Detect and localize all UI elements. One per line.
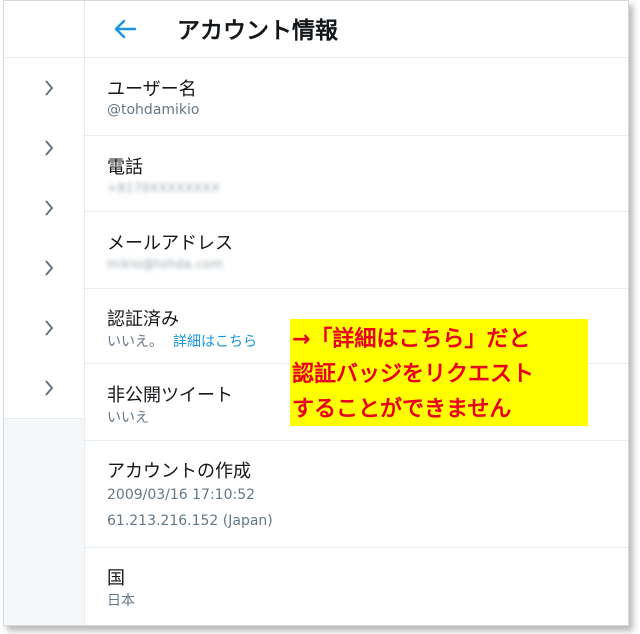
created-label: アカウントの作成 <box>107 461 251 482</box>
app-window: アカウント情報 ユーザー名 @tohdamikio 電話 +8170XXXXXX… <box>3 0 629 626</box>
username-label: ユーザー名 <box>107 79 197 100</box>
chevron-right-icon <box>45 80 54 96</box>
learn-more-link[interactable]: 詳細はこちら <box>173 334 257 350</box>
sidebar-item-6[interactable] <box>4 358 84 419</box>
created-date: 2009/03/16 17:10:52 <box>107 487 256 503</box>
verified-status: いいえ。 詳細はこちら <box>107 331 257 351</box>
sidebar-item-5[interactable] <box>4 298 84 359</box>
username-value: @tohdamikio <box>107 102 200 118</box>
sidebar-item-1[interactable] <box>4 58 84 119</box>
protected-value: いいえ <box>107 410 149 426</box>
sidebar-header <box>4 1 84 58</box>
chevron-right-icon <box>45 140 54 156</box>
country-row[interactable]: 国 日本 <box>85 548 628 625</box>
phone-label: 電話 <box>107 157 143 178</box>
back-arrow-icon[interactable] <box>111 15 139 43</box>
annotation-line-1: →「詳細はこちら」だと <box>292 327 531 352</box>
annotation-line-2: 認証バッジをリクエスト <box>292 362 535 387</box>
chevron-right-icon <box>45 260 54 276</box>
annotation-callout: →「詳細はこちら」だと 認証バッジをリクエスト することができません <box>290 319 588 426</box>
account-info-panel: アカウント情報 ユーザー名 @tohdamikio 電話 +8170XXXXXX… <box>85 1 628 625</box>
email-row[interactable]: メールアドレス mikio@tohda.com <box>85 212 628 289</box>
protected-label: 非公開ツイート <box>107 385 233 406</box>
verified-label: 認証済み <box>107 309 179 330</box>
page-title: アカウント情報 <box>177 18 338 44</box>
email-label: メールアドレス <box>107 233 233 254</box>
created-ip: 61.213.216.152 (Japan) <box>107 513 273 529</box>
panel-header: アカウント情報 <box>85 1 628 58</box>
chevron-right-icon <box>45 200 54 216</box>
sidebar-item-3[interactable] <box>4 178 84 239</box>
email-value: mikio@tohda.com <box>107 257 224 271</box>
country-label: 国 <box>107 568 125 589</box>
country-value: 日本 <box>107 593 135 609</box>
settings-sidebar <box>4 1 85 625</box>
verified-value: いいえ。 <box>107 334 163 350</box>
chevron-right-icon <box>45 380 54 396</box>
phone-value: +8170XXXXXXXX <box>107 181 220 195</box>
chevron-right-icon <box>45 320 54 336</box>
sidebar-item-4[interactable] <box>4 238 84 299</box>
annotation-line-3: することができません <box>292 397 512 422</box>
phone-row[interactable]: 電話 +8170XXXXXXXX <box>85 136 628 212</box>
sidebar-item-2[interactable] <box>4 118 84 179</box>
username-row[interactable]: ユーザー名 @tohdamikio <box>85 58 628 136</box>
account-created-row: アカウントの作成 2009/03/16 17:10:52 61.213.216.… <box>85 441 628 548</box>
